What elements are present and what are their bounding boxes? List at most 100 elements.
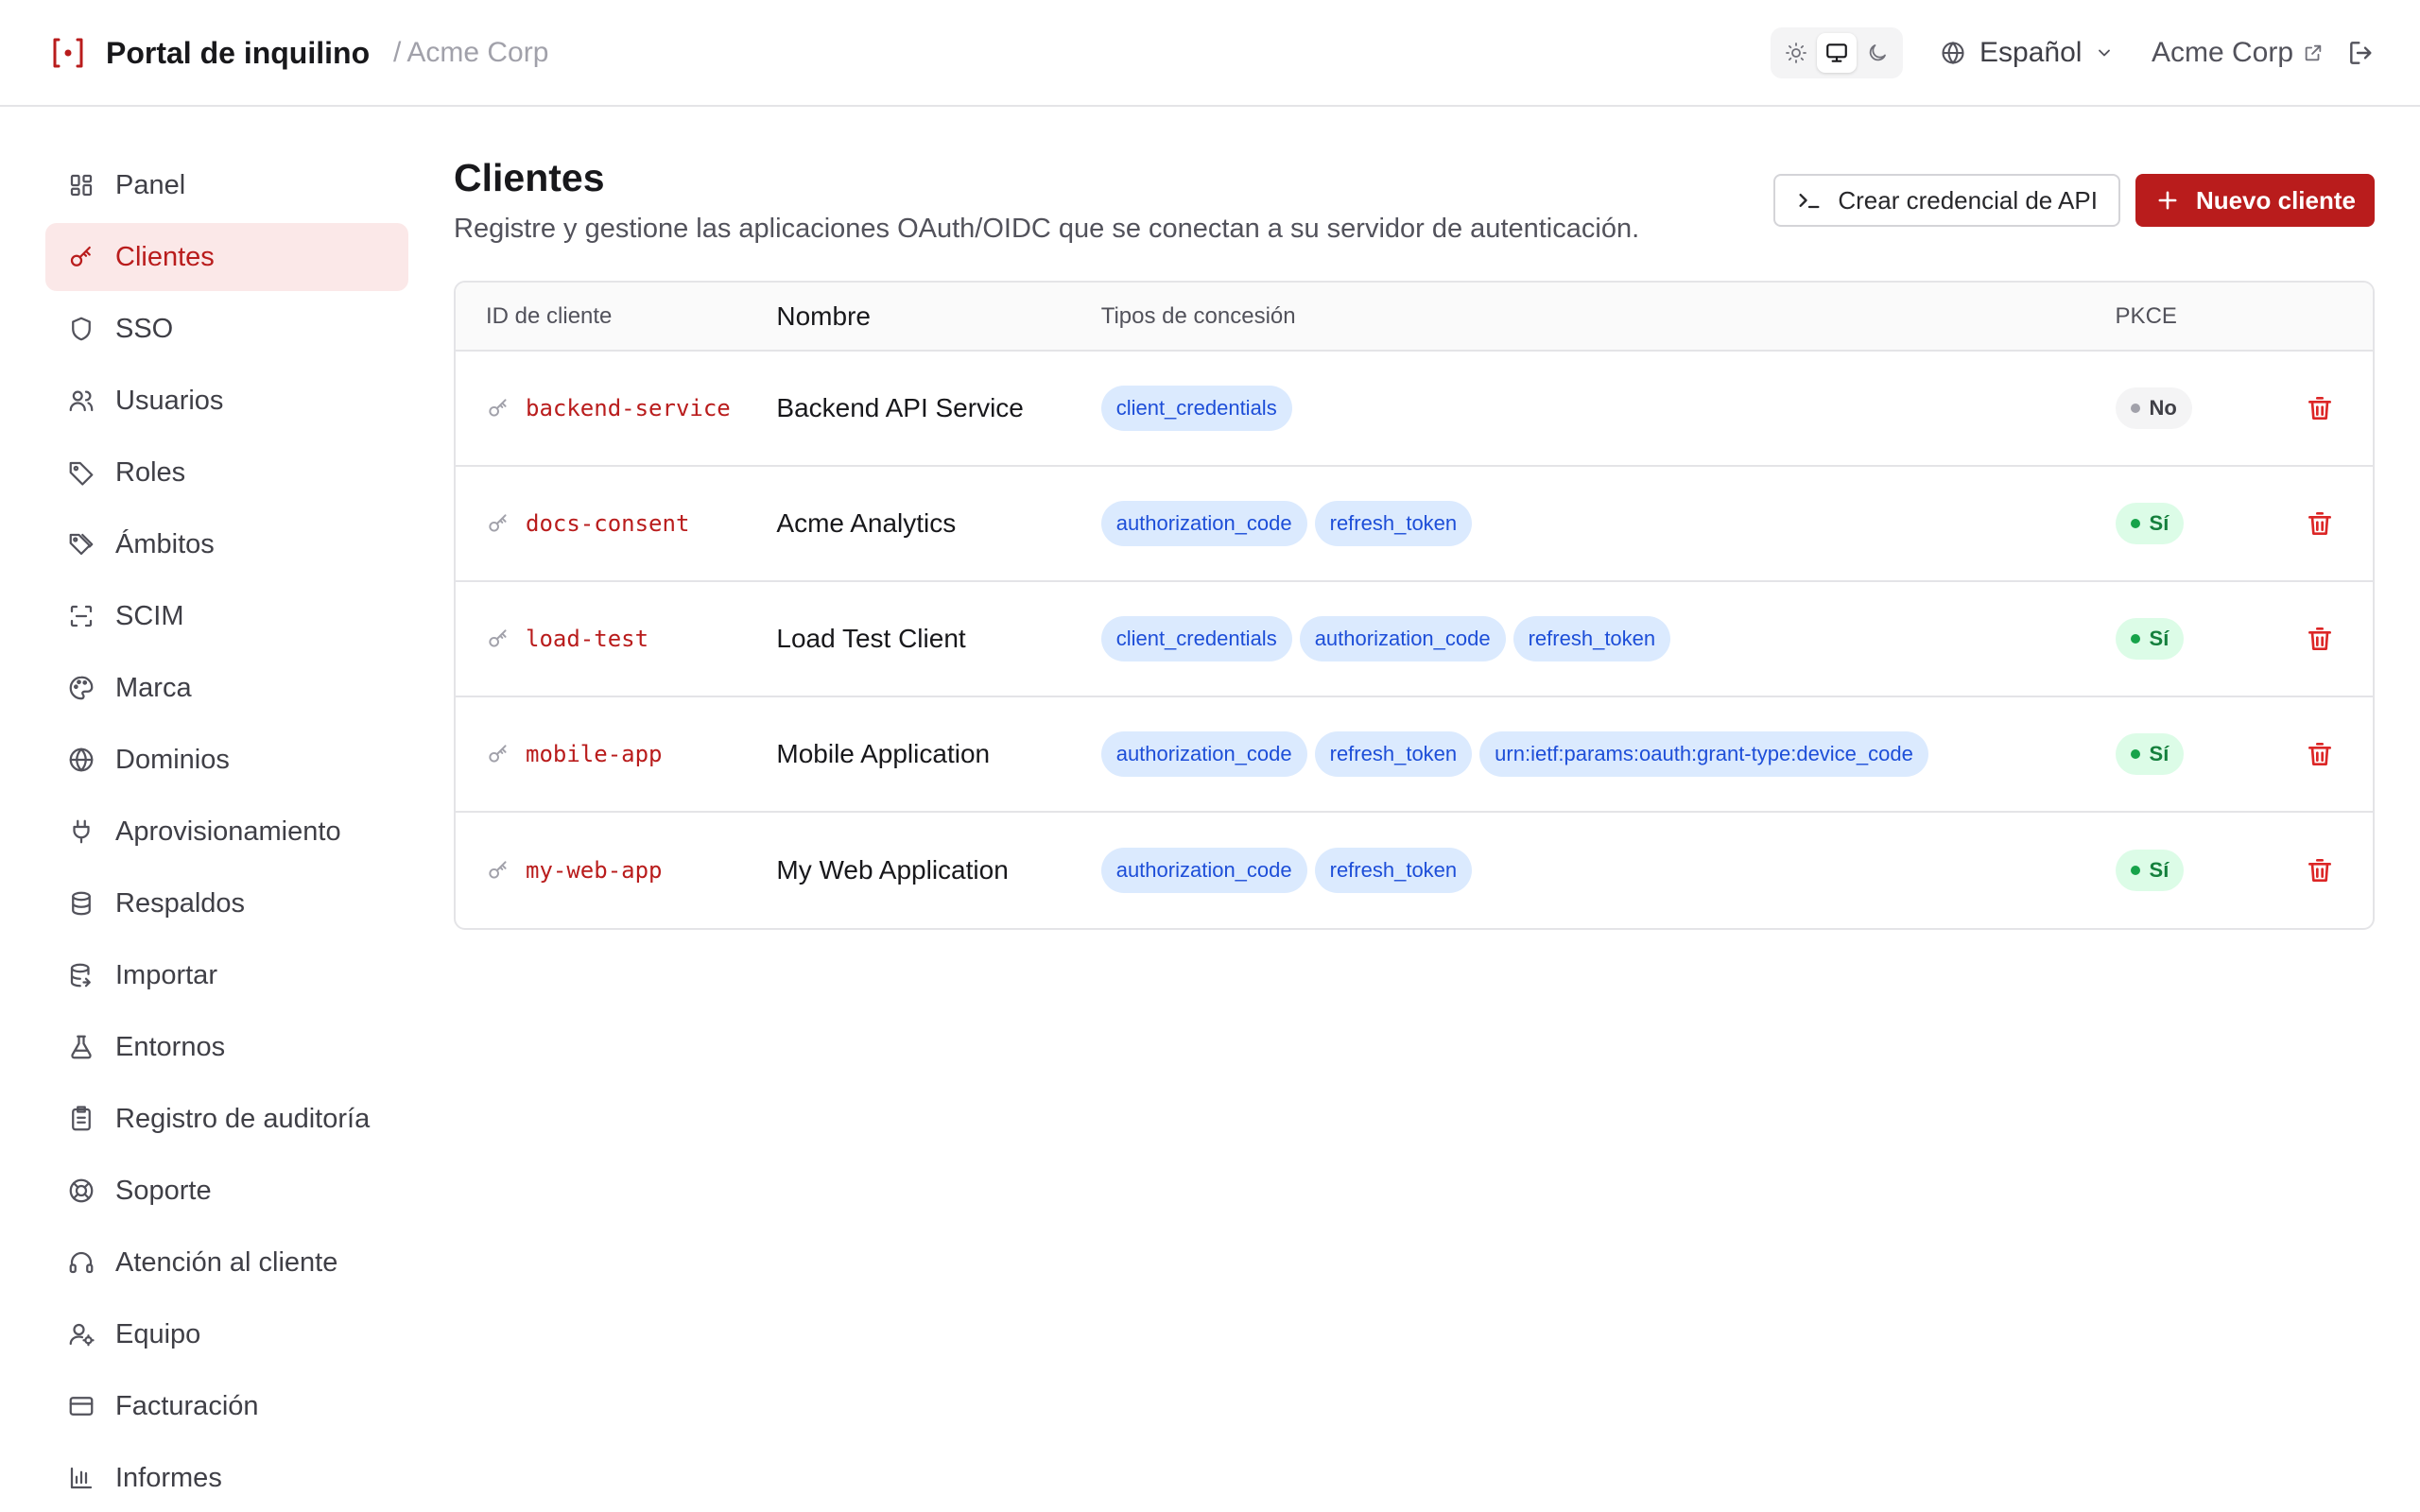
sidebar-item-icon-wrap [66,1391,96,1421]
language-label: Español [1979,37,2083,68]
sidebar-item-aprovisionamiento[interactable]: Aprovisionamiento [45,798,408,866]
sidebar-item-scim[interactable]: SCIM [45,582,408,650]
client-name: Mobile Application [776,739,991,768]
sidebar-item-icon-wrap [66,960,96,990]
client-id-cell: backend-service [456,395,776,421]
sidebar-item-label: Entornos [115,1031,226,1062]
logout-icon [2350,42,2372,64]
delete-client-button[interactable] [2299,850,2341,891]
sidebar-item-icon-wrap [66,888,96,919]
credit-card-icon [69,1397,94,1416]
grant-type-badge: authorization_code [1100,731,1307,777]
pkce-status-badge: Sí [2115,618,2185,660]
sidebar-item-marca[interactable]: Marca [45,654,408,722]
delete-client-button[interactable] [2299,618,2341,660]
delete-client-button[interactable] [2299,387,2341,429]
client-id[interactable]: docs-consent [526,510,689,537]
client-id[interactable]: mobile-app [526,741,663,767]
sidebar-item-label: Registro de auditoría [115,1103,371,1134]
table-row[interactable]: docs-consent Acme Analytics authorization_… [456,467,2373,582]
new-client-button[interactable]: Nuevo cliente [2135,174,2375,227]
dashboard-icon [70,174,93,197]
grant-type-badge: refresh_token [1314,731,1473,777]
sidebar-item-icon-wrap [66,242,96,272]
theme-light-button[interactable] [1776,33,1815,73]
client-id[interactable]: my-web-app [526,857,663,884]
table-row[interactable]: my-web-app My Web Application authorizatio… [456,813,2373,928]
sidebar-item-sso[interactable]: SSO [45,295,408,363]
sidebar-item-roles[interactable]: Roles [45,438,408,507]
sidebar-item-ambitos[interactable]: Ámbitos [45,510,408,578]
table-row[interactable]: mobile-app Mobile Application authorizatio… [456,697,2373,813]
users-icon [69,390,94,412]
status-dot [2130,404,2140,413]
database-icon [72,891,91,916]
grant-type-badge: authorization_code [1100,501,1307,546]
sidebar-item-clientes[interactable]: Clientes [45,223,408,291]
table-row[interactable]: load-test Load Test Client client_credenti… [456,582,2373,697]
actions-cell [2266,733,2373,775]
grant-type-badge: refresh_token [1314,848,1473,893]
logout-button[interactable] [2342,34,2380,72]
key-icon [489,629,507,647]
sidebar-item-label: Dominios [115,744,230,775]
sidebar-item-label: Soporte [115,1175,212,1206]
theme-system-button[interactable] [1817,33,1857,73]
grant-types-cell: client_credentials [1100,386,2116,431]
sidebar-item-informes[interactable]: Informes [45,1444,408,1512]
sidebar-item-respaldos[interactable]: Respaldos [45,869,408,937]
grant-types-cell: authorization_code refresh_token [1100,501,2116,546]
sidebar-item-importar[interactable]: Importar [45,941,408,1009]
globe-icon [1942,41,1964,65]
key-icon [489,514,507,532]
sidebar-item-facturacion[interactable]: Facturación [45,1372,408,1440]
sidebar-item-icon-wrap [66,745,96,775]
client-name: My Web Application [776,855,1009,885]
terminal-icon [1799,194,1820,209]
trash-icon [2308,397,2331,420]
flask-icon [71,1035,92,1059]
sidebar-item-label: Aprovisionamiento [115,816,341,847]
pkce-status-label: Sí [2149,742,2169,765]
tag-icon [69,461,94,486]
table-row[interactable]: backend-service Backend API Service client… [456,352,2373,467]
sidebar-item-dominios[interactable]: Dominios [45,726,408,794]
delete-client-button[interactable] [2299,733,2341,775]
delete-client-button[interactable] [2299,503,2341,544]
clients-table: ID de cliente Nombre Tipos de concesión … [454,281,2375,930]
breadcrumb-tenant: Acme Corp [406,37,549,68]
headset-icon [69,1251,94,1274]
sidebar-item-registro-de-auditoria[interactable]: Registro de auditoría [45,1085,408,1153]
pkce-status-label: Sí [2149,858,2169,882]
sidebar-item-label: Roles [115,456,186,488]
client-id-cell: docs-consent [456,510,776,537]
pkce-status-badge: Sí [2115,503,2185,544]
sidebar-item-soporte[interactable]: Soporte [45,1157,408,1225]
pkce-cell: Sí [2115,503,2267,544]
column-header-client-id: ID de cliente [486,302,613,329]
key-icon [489,399,507,417]
client-id-cell: my-web-app [456,857,776,884]
tenant-external-link[interactable]: Acme Corp [2152,30,2324,76]
language-selector[interactable]: Español [1940,30,2114,76]
sidebar-item-label: Marca [115,672,192,703]
table-body: backend-service Backend API Service client… [456,352,2373,928]
client-id[interactable]: load-test [526,626,648,652]
sidebar-item-usuarios[interactable]: Usuarios [45,367,408,435]
pkce-status-label: No [2149,396,2177,420]
sidebar-item-entornos[interactable]: Entornos [45,1013,408,1081]
pkce-status-badge: No [2115,387,2192,429]
client-id-cell: mobile-app [456,741,776,767]
sidebar-item-icon-wrap [66,386,96,416]
sidebar-item-atencion-al-cliente[interactable]: Atención al cliente [45,1228,408,1297]
client-id[interactable]: backend-service [526,395,731,421]
trash-icon [2308,627,2331,650]
sidebar-item-equipo[interactable]: Equipo [45,1300,408,1368]
create-api-credential-button[interactable]: Crear credencial de API [1773,174,2120,227]
status-dot [2130,634,2140,644]
theme-dark-button[interactable] [1858,33,1897,73]
table-header: ID de cliente Nombre Tipos de concesión … [456,283,2373,352]
trash-icon [2308,743,2331,765]
sidebar-item-icon-wrap [66,1032,96,1062]
sidebar-item-panel[interactable]: Panel [45,151,408,219]
